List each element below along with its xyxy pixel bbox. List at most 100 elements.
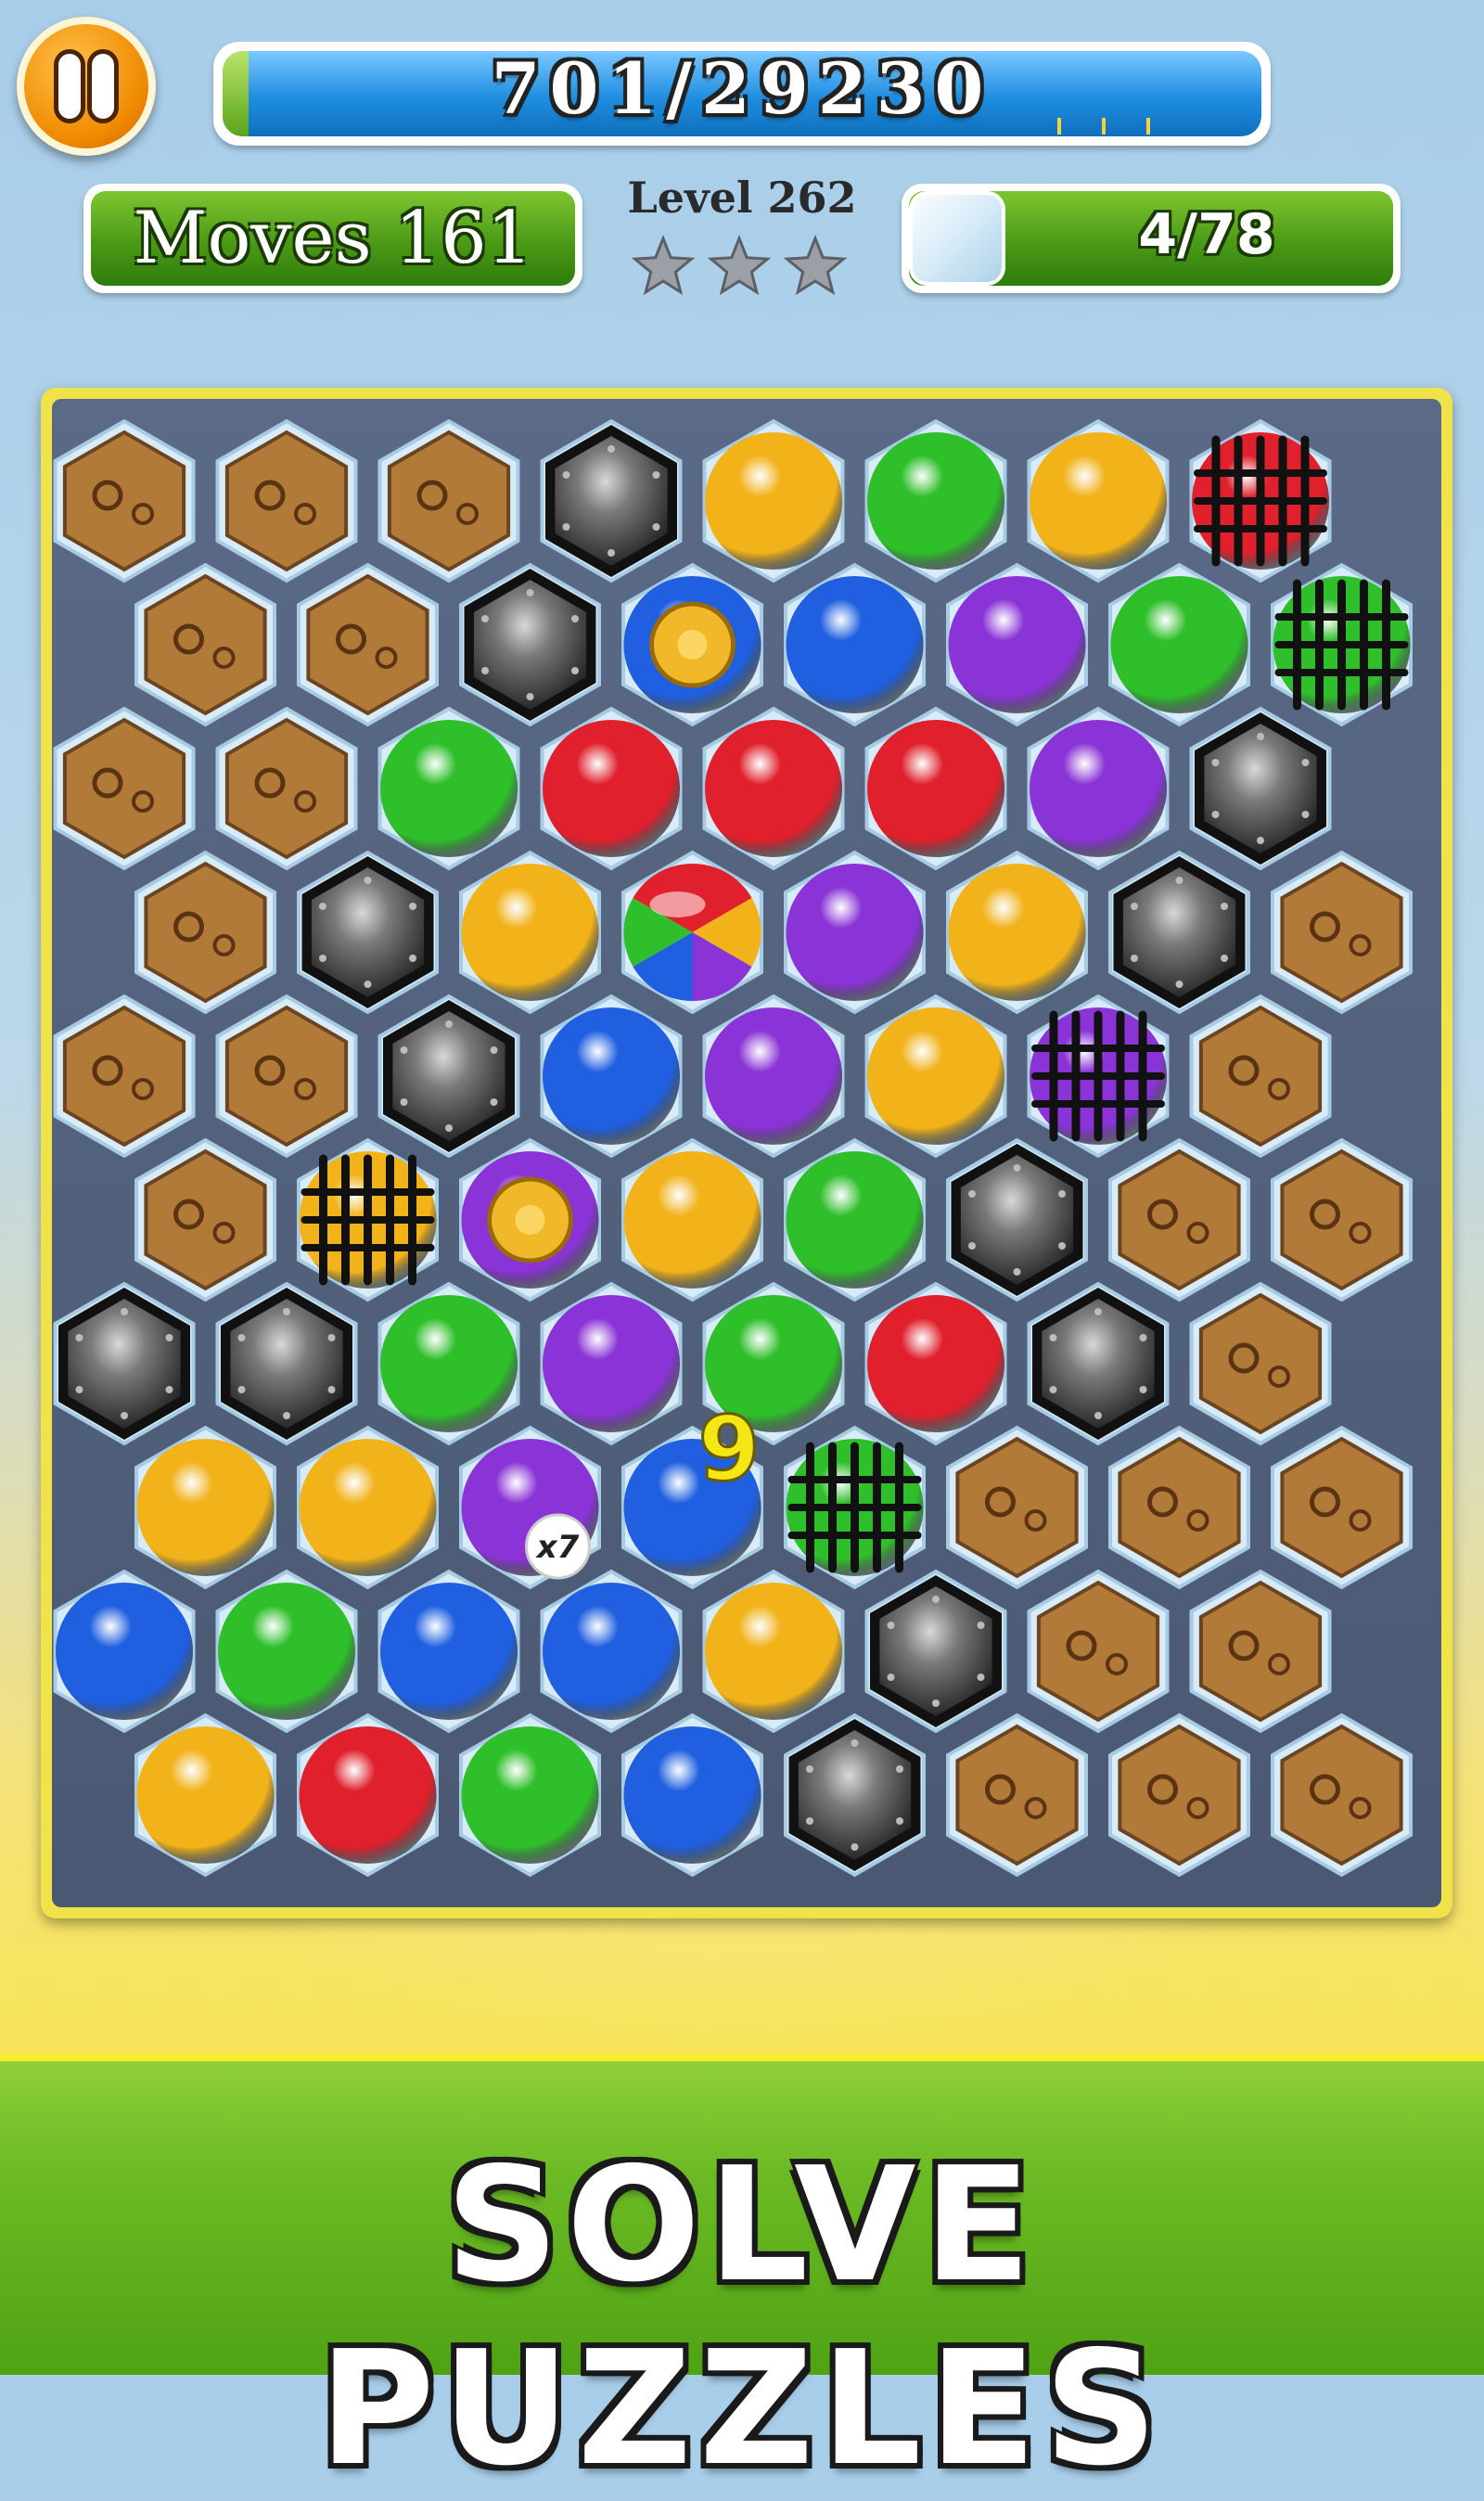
board-cell-red[interactable]: [540, 706, 683, 871]
board-cell-yellow[interactable]: [864, 994, 1007, 1159]
board-cell-stone[interactable]: [946, 1712, 1088, 1878]
ball-highlight: [649, 891, 706, 917]
board-cell-red[interactable]: [864, 1281, 1007, 1446]
board-cell-purple-coin[interactable]: [459, 1137, 601, 1302]
board-cell-blue[interactable]: [540, 1569, 683, 1734]
metal-rivet: [408, 903, 416, 910]
board-cell-yellow[interactable]: [702, 418, 845, 584]
board-cell-green[interactable]: [215, 1569, 358, 1734]
clover-icon: [515, 1205, 545, 1235]
metal-rivet: [75, 1334, 83, 1341]
metal-rivet: [237, 1334, 246, 1341]
board-cell-stone[interactable]: [1271, 1712, 1413, 1878]
board-cell-stone[interactable]: [1108, 1712, 1250, 1878]
purple-ball: [543, 1295, 680, 1432]
board-cell-blue[interactable]: [540, 994, 683, 1159]
board-cell-purple[interactable]: [784, 850, 926, 1015]
board-cell-stone[interactable]: [134, 850, 276, 1015]
board-cell-stone[interactable]: [215, 994, 358, 1159]
pause-icon: [58, 54, 81, 119]
board-cell-stone[interactable]: [1271, 850, 1413, 1015]
board-cell-purple-x7[interactable]: x7: [459, 1425, 601, 1590]
metal-rivet: [1049, 1386, 1057, 1393]
board-cell-metal[interactable]: [297, 850, 439, 1015]
board-cell-stone[interactable]: [134, 562, 276, 727]
board-cell-metal[interactable]: [946, 1137, 1088, 1302]
metal-rivet: [895, 1765, 903, 1773]
metal-rivet: [364, 981, 372, 988]
board-cell-yellow[interactable]: [946, 850, 1088, 1015]
board-cell-stone[interactable]: [134, 1137, 276, 1302]
board-cell-blue[interactable]: [377, 1569, 520, 1734]
board-cell-metal[interactable]: [215, 1281, 358, 1446]
board-cell-stone[interactable]: [1189, 994, 1332, 1159]
board-cell-green[interactable]: [864, 418, 1007, 584]
board-cell-green-cage[interactable]: [784, 1425, 926, 1590]
blue-ball: [786, 576, 924, 713]
board-cell-green[interactable]: [1108, 562, 1250, 727]
pause-button[interactable]: [17, 17, 156, 156]
board-cell-stone[interactable]: [1271, 1137, 1413, 1302]
board-cell-metal[interactable]: [1189, 706, 1332, 871]
cage-icon: [1274, 579, 1409, 711]
board-cell-red-cage[interactable]: [1189, 418, 1332, 584]
board-cell-stone[interactable]: [215, 706, 358, 871]
board-cell-blue-coin[interactable]: [621, 562, 763, 727]
board-cell-green[interactable]: [377, 1281, 520, 1446]
board-cell-green-cage[interactable]: [1271, 562, 1413, 727]
metal-rivet: [526, 589, 534, 596]
board-cell-stone[interactable]: [1271, 1425, 1413, 1590]
board-cell-stone[interactable]: [53, 706, 196, 871]
board-cell-metal[interactable]: [864, 1569, 1007, 1734]
board-cell-yellow[interactable]: [134, 1425, 276, 1590]
board-cell-metal[interactable]: [1027, 1281, 1170, 1446]
board-cell-stone[interactable]: [1027, 1569, 1170, 1734]
green-ball: [380, 720, 518, 857]
board-cell-stone[interactable]: [946, 1425, 1088, 1590]
board-cell-metal[interactable]: [459, 562, 601, 727]
board-cell-stone[interactable]: [377, 418, 520, 584]
metal-rivet: [445, 1020, 453, 1028]
board-cell-green[interactable]: [377, 706, 520, 871]
board-cell-stone[interactable]: [215, 418, 358, 584]
board-cell-stone[interactable]: [1189, 1281, 1332, 1446]
board-cell-yellow[interactable]: [1027, 418, 1170, 584]
board-cell-rainbow[interactable]: [621, 850, 763, 1015]
metal-rivet: [932, 1699, 940, 1707]
board-cell-metal[interactable]: [53, 1281, 196, 1446]
board-cell-yellow-cage[interactable]: [297, 1137, 439, 1302]
board-cell-purple[interactable]: [702, 994, 845, 1159]
board-cell-metal[interactable]: [1108, 850, 1250, 1015]
board-cell-metal[interactable]: [377, 994, 520, 1159]
board-cell-stone[interactable]: [297, 562, 439, 727]
board-cell-metal[interactable]: [784, 1712, 926, 1878]
board-cell-yellow[interactable]: [702, 1569, 845, 1734]
board-cell-blue[interactable]: [53, 1569, 196, 1734]
board-cell-green[interactable]: [784, 1137, 926, 1302]
board-cell-stone[interactable]: [53, 418, 196, 584]
board-cell-metal[interactable]: [540, 418, 683, 584]
board-cell-yellow[interactable]: [459, 850, 601, 1015]
board-cell-purple[interactable]: [1027, 706, 1170, 871]
metal-rivet: [327, 1386, 336, 1393]
board-cell-purple-cage[interactable]: [1027, 994, 1170, 1159]
metal-rivet: [1094, 1308, 1102, 1315]
board-cell-stone[interactable]: [1189, 1569, 1332, 1734]
board-cell-red[interactable]: [297, 1712, 439, 1878]
board-cell-red[interactable]: [702, 706, 845, 871]
board-cell-stone[interactable]: [53, 994, 196, 1159]
metal-rivet: [1094, 1412, 1102, 1419]
board-cell-purple[interactable]: [540, 1281, 683, 1446]
board-cell-yellow[interactable]: [134, 1712, 276, 1878]
board-cell-blue[interactable]: [784, 562, 926, 727]
board-cell-purple[interactable]: [946, 562, 1088, 727]
pause-icon-bar: [92, 54, 114, 119]
board-cell-yellow[interactable]: [621, 1137, 763, 1302]
board-cell-yellow[interactable]: [297, 1425, 439, 1590]
board-cell-stone[interactable]: [1108, 1137, 1250, 1302]
board-cell-blue[interactable]: [621, 1712, 763, 1878]
board-cell-red[interactable]: [864, 706, 1007, 871]
board-cell-stone[interactable]: [1108, 1425, 1250, 1590]
board-cell-green[interactable]: [459, 1712, 601, 1878]
metal-rivet: [968, 1242, 977, 1250]
